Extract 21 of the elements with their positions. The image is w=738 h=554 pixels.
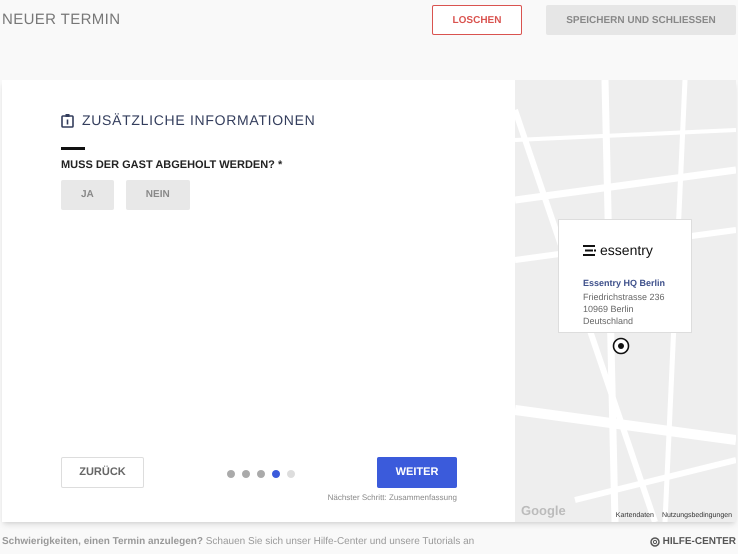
delete-button[interactable]: LOSCHEN [432, 5, 522, 35]
lifebuoy-icon [650, 536, 660, 546]
brand-logo: essentry [600, 241, 653, 260]
help-center-link[interactable]: HILFE-CENTER [650, 534, 736, 549]
save-close-button[interactable]: SPEICHERN UND SCHLIESSEN [546, 5, 736, 35]
address-line: 10969 Berlin [583, 302, 635, 314]
back-button[interactable]: ZURÜCK [61, 457, 144, 488]
answer-option[interactable]: NEIN [126, 180, 190, 210]
page-title: NEUER TERMIN [1, 10, 120, 30]
section-title: ZUSÄTZLICHE INFORMATIONEN [82, 111, 316, 130]
next-button[interactable]: WEITER [377, 457, 457, 488]
answer-option[interactable]: JA [61, 180, 114, 210]
address-line: Friedrichstrasse 236 [583, 290, 666, 302]
location-pin-icon [612, 337, 630, 355]
address-line: Deutschland [583, 314, 634, 326]
question-label: MUSS DER GAST ABGEHOLT WERDEN? * [61, 158, 284, 173]
logo-icon [583, 245, 597, 256]
help-message: Schwierigkeiten, einen Termin anzulegen? Schauen Sie sich unser Hilfe-Center und unsere Tutorials an [2, 535, 474, 549]
next-step-hint: Nächster Schritt: Zusammenfassung [328, 492, 457, 504]
id-badge-icon [61, 113, 74, 128]
location-name: Essentry HQ Berlin [583, 277, 666, 290]
